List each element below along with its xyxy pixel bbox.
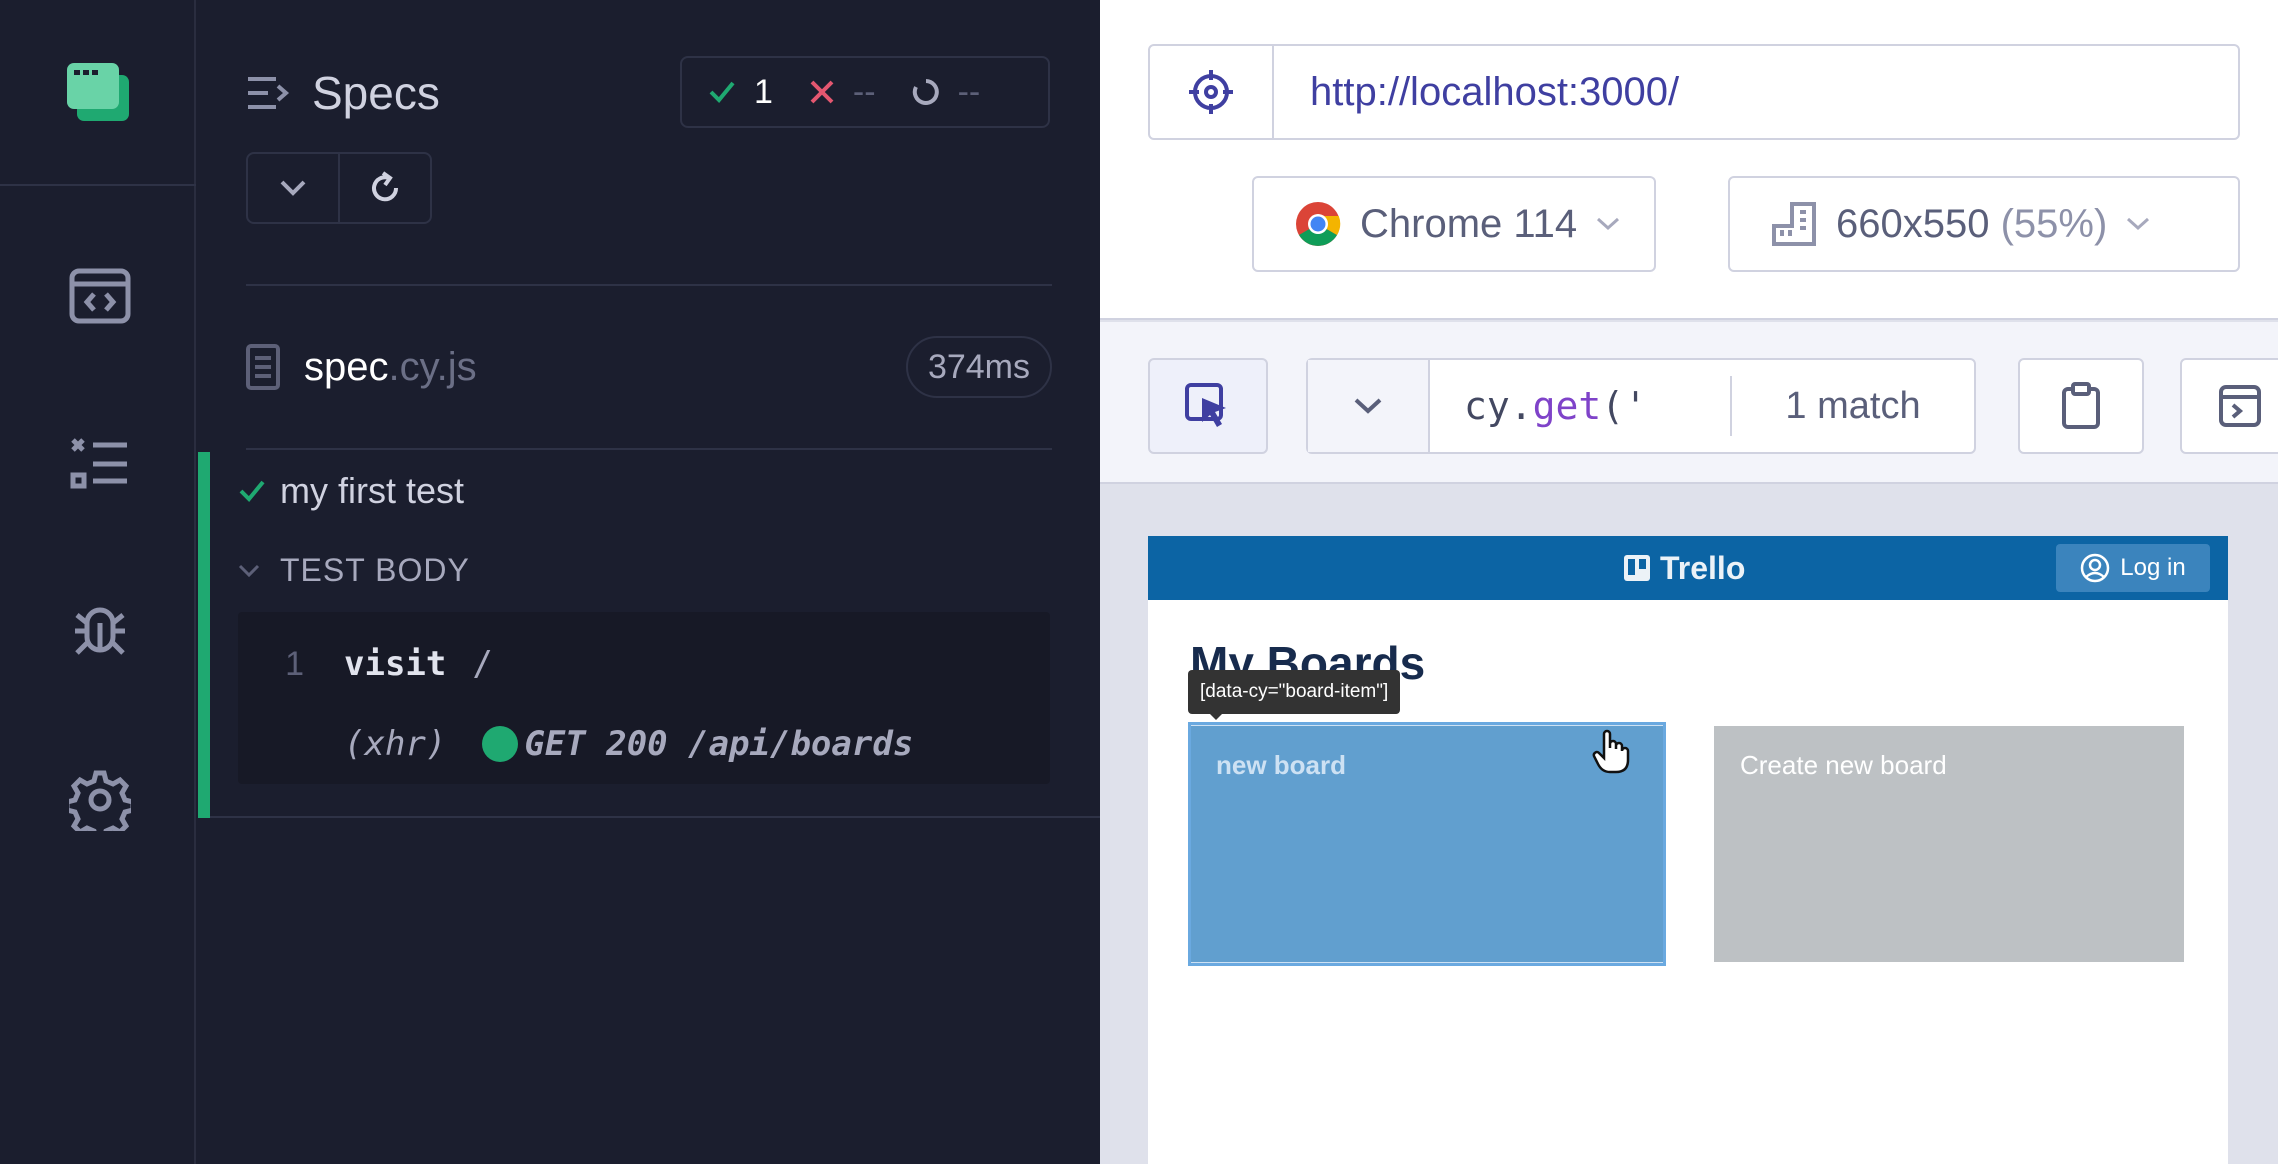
specs-icon xyxy=(69,268,131,324)
url-text[interactable]: http://localhost:3000/ xyxy=(1274,46,1679,138)
stat-failed: -- xyxy=(809,73,876,112)
test-item[interactable]: my first test TEST BODY 1 visit / (xhr) … xyxy=(198,452,1100,818)
x-icon xyxy=(810,80,834,104)
nav-debug[interactable] xyxy=(58,590,142,674)
gear-icon xyxy=(69,770,131,831)
selector-method-dropdown[interactable] xyxy=(1308,360,1430,452)
divider xyxy=(246,448,1052,450)
pending-icon xyxy=(912,79,939,105)
element-picker-button[interactable] xyxy=(1148,358,1268,454)
test-title: my first test xyxy=(280,470,465,511)
stat-passed: 1 xyxy=(708,73,773,112)
document-icon xyxy=(246,344,280,390)
spec-extension: .cy.js xyxy=(388,344,477,389)
viewport-size: 660x550 (55%) xyxy=(1836,202,2107,247)
command-message: / xyxy=(472,644,493,684)
match-count: 1 match xyxy=(1785,384,1921,427)
viewport-dimensions: 660x550 xyxy=(1836,201,1990,246)
console-icon xyxy=(2219,385,2261,427)
chrome-icon xyxy=(1296,202,1341,246)
hand-pointer-icon xyxy=(1592,729,1630,774)
chevron-down-icon xyxy=(2127,217,2150,231)
pending-count: -- xyxy=(957,72,981,111)
selector-input-group: cy. get (' 1 match xyxy=(1306,358,1976,454)
viewport-scale: (55%) xyxy=(2000,201,2108,246)
trello-header: Trello Log in xyxy=(1148,536,2228,600)
xhr-request: GET 200 /api/boards xyxy=(524,724,914,764)
trello-logo-text: Trello xyxy=(1660,549,1746,586)
print-to-console-button[interactable] xyxy=(2180,358,2278,454)
user-icon xyxy=(2081,553,2110,583)
login-button[interactable]: Log in xyxy=(2056,544,2210,592)
app-logo[interactable] xyxy=(0,0,196,186)
chevron-down-icon xyxy=(1597,217,1620,231)
stat-pending: -- xyxy=(912,72,981,112)
test-stats: 1 -- -- xyxy=(680,56,1050,128)
command-row[interactable]: 1 visit / xyxy=(238,624,1050,704)
clipboard-icon xyxy=(2062,382,2100,429)
app-logo-icon xyxy=(67,63,129,121)
command-log: 1 visit / (xhr) GET 200 /api/boards xyxy=(238,612,1050,784)
chevron-down-icon xyxy=(238,564,260,577)
nav-rail xyxy=(0,0,196,1164)
failed-count: -- xyxy=(852,72,876,111)
runs-icon xyxy=(70,438,127,489)
browser-name: Chrome 114 xyxy=(1360,201,1578,246)
nav-settings[interactable] xyxy=(58,758,142,842)
collapse-button[interactable] xyxy=(248,154,340,222)
divider xyxy=(246,284,1052,286)
copy-selector-button[interactable] xyxy=(2018,358,2144,454)
nav-runs[interactable] xyxy=(58,422,142,506)
check-icon xyxy=(709,81,735,103)
check-icon xyxy=(239,480,265,502)
specs-list-icon xyxy=(248,77,290,109)
selector-playground: cy. get (' 1 match xyxy=(1100,322,2278,484)
selector-input[interactable]: cy. get (' xyxy=(1430,360,1730,452)
command-name: visit xyxy=(344,644,447,684)
spec-basename: spec xyxy=(304,344,389,389)
specs-label: Specs xyxy=(312,67,440,119)
test-body-label: TEST BODY xyxy=(280,552,470,588)
trello-logo[interactable]: Trello xyxy=(1624,536,1745,600)
ruler-icon xyxy=(1772,202,1816,246)
rerun-button[interactable] xyxy=(340,154,430,222)
xhr-status-dot xyxy=(482,726,519,762)
viewport-select[interactable]: 660x550 (55%) xyxy=(1728,176,2240,272)
selector-arg: (' xyxy=(1601,384,1648,428)
reporter-toolbar xyxy=(246,152,432,224)
nav-specs[interactable] xyxy=(58,254,142,338)
selector-tooltip: [data-cy="board-item"] xyxy=(1188,670,1401,714)
passed-count: 1 xyxy=(754,72,773,111)
preview-header: http://localhost:3000/ Chrome 114 660x55… xyxy=(1100,0,2278,320)
spec-name: spec.cy.js xyxy=(304,345,477,390)
command-message: GET 200 /api/boards xyxy=(482,724,913,764)
app-preview: http://localhost:3000/ Chrome 114 660x55… xyxy=(1100,0,2278,1164)
spec-file-row[interactable]: spec.cy.js 374ms xyxy=(246,336,1052,398)
url-bar: http://localhost:3000/ xyxy=(1148,44,2240,140)
chevron-down-icon xyxy=(1354,398,1382,414)
browser-select[interactable]: Chrome 114 xyxy=(1252,176,1656,272)
command-name: (xhr) xyxy=(344,724,447,764)
command-number: 1 xyxy=(285,644,304,683)
command-row[interactable]: (xhr) GET 200 /api/boards xyxy=(238,704,1050,784)
cursor-select-icon xyxy=(1185,383,1226,427)
pass-indicator xyxy=(198,452,210,818)
selector-playground-button[interactable] xyxy=(1150,46,1274,138)
selector-method: cy. xyxy=(1464,384,1533,428)
specs-toggle[interactable]: Specs xyxy=(246,66,440,120)
create-board-card[interactable]: Create new board xyxy=(1714,726,2184,962)
crosshair-icon xyxy=(1189,70,1233,114)
spec-duration: 374ms xyxy=(905,336,1052,398)
refresh-icon xyxy=(372,171,399,202)
reporter-panel: Specs 1 -- -- spec.cy.js 374ms my first … xyxy=(198,0,1100,1164)
aut-frame: Trello Log in My Boards [data-cy="board-… xyxy=(1148,536,2228,1164)
bug-icon xyxy=(75,607,125,655)
login-label: Log in xyxy=(2120,554,2186,581)
tooltip-arrow xyxy=(1208,712,1224,720)
selector-fn: get xyxy=(1532,384,1602,428)
trello-board-icon xyxy=(1624,555,1650,581)
test-title-row[interactable]: my first test xyxy=(238,470,464,512)
test-body-toggle[interactable]: TEST BODY xyxy=(238,552,470,589)
chevron-down-icon xyxy=(280,180,306,196)
